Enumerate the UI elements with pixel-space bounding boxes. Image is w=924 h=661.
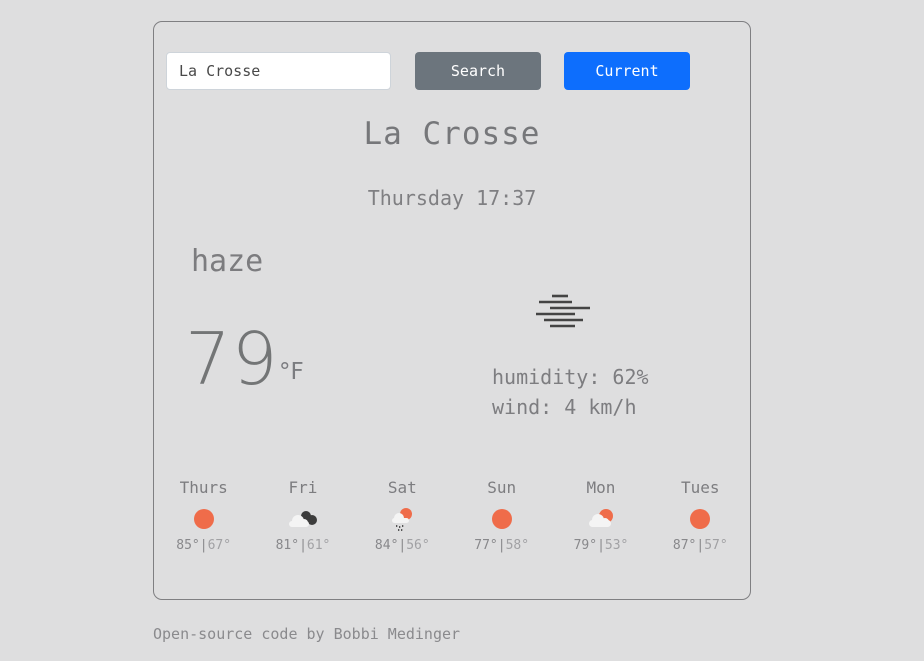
city-search-input[interactable] — [166, 52, 391, 90]
current-temperature: 79 — [185, 317, 279, 401]
sun-icon — [491, 509, 512, 529]
forecast-low: 57° — [704, 538, 728, 553]
broken-clouds-icon — [288, 511, 317, 527]
forecast-day: Sun 77°|58° — [452, 478, 551, 553]
temperature-unit[interactable]: °F — [279, 359, 304, 385]
haze-icon — [536, 294, 590, 328]
search-button[interactable]: Search — [415, 52, 541, 90]
weather-description: haze — [191, 244, 264, 279]
forecast-day: Thurs 85°|67° — [154, 478, 253, 553]
forecast-day-name: Thurs — [179, 478, 228, 497]
forecast-low: 58° — [505, 538, 530, 553]
weather-card: Search Current La Crosse Thursday 17:37 … — [153, 21, 751, 600]
forecast-day-name: Sun — [487, 478, 517, 497]
forecast-day-name: Tues — [681, 478, 720, 497]
forecast-high: 81° — [275, 538, 300, 553]
forecast-day-name: Fri — [288, 478, 318, 497]
forecast-high: 77° — [474, 538, 498, 553]
forecast-high: 84° — [374, 538, 399, 553]
footer-credit[interactable]: Open-source code by Bobbi Medinger — [153, 625, 460, 643]
forecast-day: Mon 79°|53° — [551, 478, 650, 553]
forecast-low: 53° — [604, 538, 629, 553]
forecast-day: Fri 81°|61° — [253, 478, 352, 553]
sun-icon — [193, 509, 214, 529]
forecast-low: 67° — [207, 538, 232, 553]
forecast-day-name: Sat — [387, 478, 417, 497]
sun-icon — [690, 509, 711, 529]
forecast-high: 87° — [672, 538, 697, 553]
partly-cloudy-icon — [588, 509, 613, 527]
humidity: humidity: 62% — [492, 365, 649, 389]
city-name: La Crosse — [363, 116, 541, 152]
forecast-day: Tues 87°|57° — [651, 478, 750, 553]
forecast-day-name: Mon — [586, 478, 616, 497]
forecast-day: Sat 84°|56° — [353, 478, 452, 553]
date-time: Thursday 17:37 — [367, 186, 537, 210]
forecast-high: 85° — [176, 538, 200, 553]
forecast-low: 56° — [406, 538, 430, 553]
forecast: Thurs 85°|67° Fri 81°|61° Sat 84°|56° Su… — [154, 478, 750, 553]
forecast-low: 61° — [306, 538, 331, 553]
rain-sun-icon — [392, 508, 413, 531]
wind-speed: wind: 4 km/h — [492, 395, 637, 419]
forecast-high: 79° — [573, 538, 598, 553]
current-location-button[interactable]: Current — [564, 52, 690, 90]
